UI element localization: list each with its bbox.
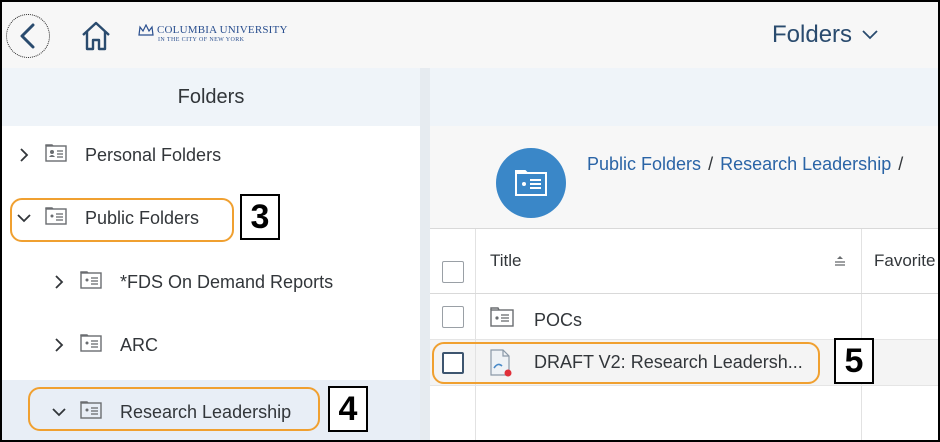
folder-icon	[515, 170, 547, 196]
row-title[interactable]: POCs	[534, 310, 582, 331]
breadcrumb-area: Public Folders / Research Leadership /	[430, 126, 938, 228]
app-title-menu[interactable]: Folders	[772, 21, 878, 49]
breadcrumb: Public Folders / Research Leadership /	[587, 154, 905, 175]
content-table: Title Favorite POCs DRAFT V2: Research L…	[430, 228, 938, 440]
select-all-checkbox[interactable]	[442, 261, 464, 283]
highlight-draft-report	[432, 342, 820, 384]
row-title-cell: POCs	[476, 294, 862, 339]
callout-number: 4	[328, 386, 368, 432]
university-logo: COLUMBIA UNIVERSITY IN THE CITY OF NEW Y…	[138, 24, 288, 43]
chevron-right-icon[interactable]	[50, 273, 68, 291]
tree-item-personal-folders[interactable]: Personal Folders	[2, 130, 420, 180]
callout-number: 5	[834, 338, 874, 384]
app-frame: COLUMBIA UNIVERSITY IN THE CITY OF NEW Y…	[0, 0, 940, 442]
chevron-down-icon	[862, 30, 878, 40]
tree-item-arc[interactable]: ARC	[2, 320, 420, 370]
tree-item-label: *FDS On Demand Reports	[120, 271, 334, 292]
breadcrumb-separator: /	[898, 154, 904, 174]
column-title-label: Title	[490, 251, 522, 270]
chevron-right-icon[interactable]	[50, 336, 68, 354]
back-button[interactable]	[6, 14, 50, 58]
folder-content-pane: Public Folders / Research Leadership / T…	[430, 68, 938, 440]
table-empty-row	[430, 386, 938, 440]
row-title-cell	[476, 386, 862, 440]
breadcrumb-link-public-folders[interactable]: Public Folders	[587, 154, 701, 174]
highlight-public-folders	[10, 198, 234, 242]
table-header: Title Favorite	[430, 228, 938, 294]
logo-subtitle: IN THE CITY OF NEW YORK	[158, 37, 245, 43]
tree-item-label: ARC	[120, 334, 159, 355]
pane-splitter[interactable]	[420, 68, 430, 440]
shell-bar: COLUMBIA UNIVERSITY IN THE CITY OF NEW Y…	[2, 2, 938, 68]
tree-item-fds-on-demand-reports[interactable]: *FDS On Demand Reports	[2, 257, 420, 307]
column-header-title[interactable]: Title	[476, 229, 862, 293]
callout-number: 3	[240, 194, 280, 240]
row-select-cell	[430, 294, 476, 339]
row-select-cell	[430, 386, 476, 440]
app-title: Folders	[772, 21, 853, 48]
highlight-research-leadership	[28, 387, 320, 431]
folder-icon	[490, 307, 514, 327]
chevron-right-icon[interactable]	[15, 146, 33, 164]
folder-tree-header: Folders	[2, 68, 420, 126]
row-checkbox[interactable]	[442, 306, 464, 328]
logo-name: COLUMBIA UNIVERSITY	[157, 24, 288, 36]
crown-icon	[138, 24, 154, 36]
tree-item-label: Personal Folders	[85, 144, 222, 165]
sort-icon[interactable]	[833, 255, 847, 267]
select-all-cell	[430, 229, 476, 293]
home-button[interactable]	[80, 20, 112, 52]
chevron-left-icon	[20, 23, 35, 49]
home-icon	[82, 21, 110, 51]
folder-icon	[80, 270, 102, 294]
breadcrumb-link-research-leadership[interactable]: Research Leadership	[720, 154, 891, 174]
table-row[interactable]: POCs	[430, 294, 938, 340]
breadcrumb-separator: /	[708, 154, 714, 174]
content-header-bar	[430, 68, 938, 126]
folder-icon	[80, 333, 102, 357]
personal-folder-icon	[45, 143, 67, 167]
current-folder-avatar	[496, 148, 566, 218]
column-favorites-label[interactable]: Favorite	[874, 251, 935, 271]
